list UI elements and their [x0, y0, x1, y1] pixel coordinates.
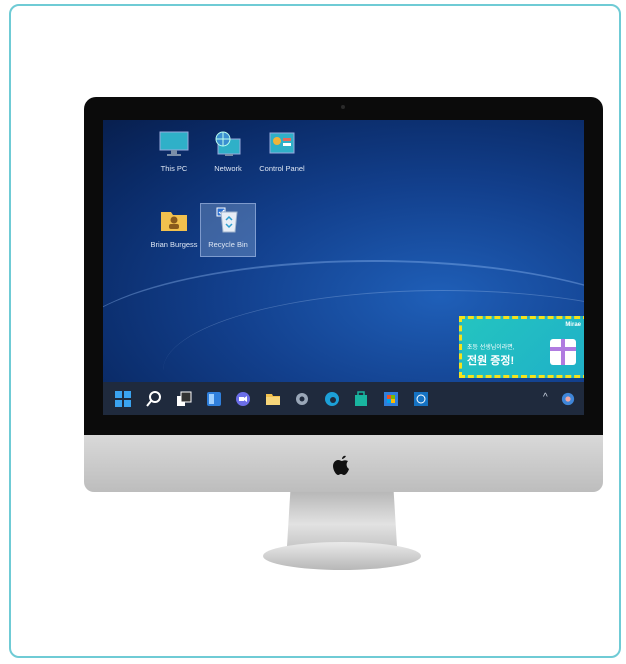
- promo-banner[interactable]: Mirae 초등 선생님이라면, 전원 증정!: [459, 316, 584, 378]
- desktop-icon-label: Brian Burgess: [150, 240, 198, 249]
- desktop-icon-recycle-bin[interactable]: Recycle Bin: [200, 203, 256, 257]
- camera-icon: [341, 105, 345, 109]
- desktop-icon-label: Control Panel: [259, 164, 305, 173]
- settings-gear-icon[interactable]: [294, 391, 310, 407]
- taskbar: ^: [103, 382, 584, 415]
- control-panel-icon: [269, 132, 295, 154]
- gift-box-icon: [550, 339, 576, 365]
- search-icon[interactable]: [146, 391, 162, 407]
- ad-subtitle: 초등 선생님이라면,: [467, 345, 515, 351]
- desktop-icon-network[interactable]: Network: [201, 130, 255, 173]
- office-icon[interactable]: [383, 391, 399, 407]
- desktop-icon-user-folder[interactable]: Brian Burgess: [147, 206, 201, 249]
- task-view-icon[interactable]: [176, 391, 192, 407]
- recycle-bin-icon: [216, 207, 238, 233]
- desktop-icon-label: Recycle Bin: [208, 240, 248, 249]
- desktop-icon-label: Network: [214, 164, 242, 173]
- desktop-icon-control-panel[interactable]: Control Panel: [255, 130, 309, 173]
- dell-icon[interactable]: [413, 391, 429, 407]
- edge-browser-icon[interactable]: [324, 391, 340, 407]
- widgets-icon[interactable]: [206, 391, 222, 407]
- ad-headline: 전원 증정!: [467, 355, 515, 367]
- monitor-icon: [159, 131, 189, 156]
- monitor-stand: [287, 492, 397, 546]
- file-explorer-icon[interactable]: [265, 391, 281, 407]
- desktop-icon-label: This PC: [160, 164, 188, 173]
- monitor-foot: [263, 542, 421, 570]
- monitor-chin: [84, 435, 603, 492]
- network-globe-icon: [215, 131, 241, 156]
- ad-brand: Mirae: [565, 322, 581, 328]
- desktop-screen: This PC Network Control Panel Brian Burg…: [103, 120, 584, 415]
- windows-start-icon[interactable]: [115, 391, 131, 407]
- user-folder-icon: [161, 212, 187, 231]
- imac-computer: This PC Network Control Panel Brian Burg…: [84, 97, 603, 492]
- tray-network-icon[interactable]: [561, 392, 575, 406]
- chat-icon[interactable]: [235, 391, 251, 407]
- apple-logo-icon: [333, 455, 349, 475]
- tray-chevron-icon[interactable]: ^: [543, 392, 548, 403]
- monitor-bezel: This PC Network Control Panel Brian Burg…: [84, 97, 603, 435]
- store-icon[interactable]: [353, 391, 369, 407]
- desktop-icon-this-pc[interactable]: This PC: [147, 130, 201, 173]
